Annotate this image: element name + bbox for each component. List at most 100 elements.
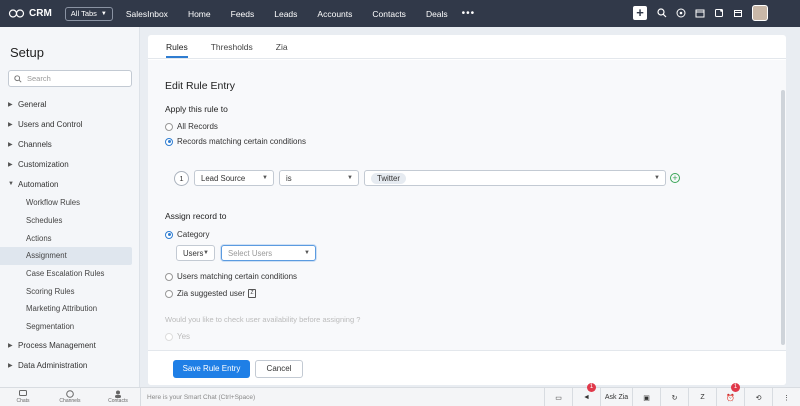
- radio-label: Records matching certain conditions: [177, 137, 306, 146]
- zia-icon[interactable]: Z: [688, 388, 716, 406]
- add-condition-icon[interactable]: +: [670, 173, 680, 183]
- smart-chat-input[interactable]: Here is your Smart Chat (Ctrl+Space): [140, 388, 565, 406]
- page-title: Edit Rule Entry: [165, 80, 236, 92]
- nav-home[interactable]: Home: [188, 9, 211, 19]
- tab-zia[interactable]: Zia: [276, 42, 288, 58]
- sidebar-item-label: Automation: [18, 179, 59, 189]
- sidebar-search-input[interactable]: Search: [8, 70, 132, 87]
- nav-leads[interactable]: Leads: [274, 9, 297, 19]
- sidebar-item-users-and-control[interactable]: ▶ Users and Control: [0, 114, 140, 134]
- nav-contacts[interactable]: Contacts: [372, 9, 406, 19]
- announcements-badge: 1: [587, 383, 596, 392]
- radio-selected-icon: [165, 230, 173, 239]
- availability-question: Would you like to check user availabilit…: [165, 315, 361, 324]
- top-icons: +: [633, 6, 770, 20]
- chats-button[interactable]: Chats: [8, 390, 38, 404]
- radio-label: All Records: [177, 122, 218, 131]
- condition-operator-value: is: [286, 173, 292, 183]
- signals-icon[interactable]: [675, 8, 686, 19]
- nav-deals[interactable]: Deals: [426, 9, 448, 19]
- sidebar-item-automation[interactable]: ▼ Automation: [0, 174, 140, 194]
- cancel-button[interactable]: Cancel: [255, 360, 303, 378]
- radio-label: Category: [177, 230, 210, 239]
- calendar-icon[interactable]: [694, 8, 705, 19]
- chevron-right-icon: ▶: [8, 121, 13, 128]
- records-matching-radio[interactable]: Records matching certain conditions: [165, 137, 306, 146]
- category-select[interactable]: Users ▼: [176, 245, 215, 261]
- contacts-label: Contacts: [108, 398, 128, 404]
- sidebar-item-data-administration[interactable]: ▶ Data Administration: [0, 356, 140, 376]
- chevron-right-icon: ▶: [8, 343, 13, 349]
- sidebar-item-assignment[interactable]: Assignment: [0, 247, 132, 265]
- user-avatar[interactable]: [752, 5, 768, 21]
- more-modules-icon[interactable]: •••: [462, 8, 476, 19]
- chevron-down-icon: ▼: [203, 250, 209, 256]
- all-tabs-dropdown[interactable]: All Tabs ▼: [64, 6, 113, 21]
- users-matching-radio[interactable]: Users matching certain conditions: [165, 272, 297, 281]
- sync-icon[interactable]: ↻: [660, 388, 688, 406]
- contacts-icon: [115, 390, 121, 398]
- notifications-icon[interactable]: [713, 8, 724, 19]
- crm-logo-icon: [8, 9, 25, 18]
- sidebar-item-segmentation[interactable]: Segmentation: [0, 318, 140, 336]
- radio-icon: [165, 332, 173, 341]
- sidebar-item-label: Users and Control: [18, 119, 83, 129]
- sidebar-item-schedules[interactable]: Schedules: [0, 212, 140, 230]
- chevron-down-icon: ▼: [347, 175, 353, 181]
- category-radio[interactable]: Category: [165, 230, 209, 239]
- announcements-icon[interactable]: ◄ 1: [572, 383, 600, 406]
- condition-field-select[interactable]: Lead Source ▼: [194, 170, 274, 186]
- nav-salesinbox[interactable]: SalesInbox: [126, 9, 168, 19]
- save-rule-entry-button[interactable]: Save Rule Entry: [173, 360, 250, 378]
- setup-sidebar: Setup Search ▶ General ▶ Users and Control…: [0, 27, 140, 387]
- sidebar-item-process-management[interactable]: ▶ Process Management: [0, 336, 140, 356]
- tab-thresholds[interactable]: Thresholds: [211, 42, 253, 58]
- sidebar-item-channels[interactable]: ▶ Channels: [0, 134, 140, 154]
- nav-accounts[interactable]: Accounts: [317, 9, 352, 19]
- radio-label: Yes: [177, 332, 191, 341]
- chevron-down-icon: ▼: [8, 181, 14, 187]
- rule-entry-form: Edit Rule Entry Apply this rule to All R…: [148, 60, 786, 350]
- crm-brand[interactable]: CRM: [8, 8, 52, 19]
- sidebar-item-actions[interactable]: Actions: [0, 229, 140, 247]
- condition-index: 1: [174, 171, 189, 186]
- sidebar-item-general[interactable]: ▶ General: [0, 94, 140, 114]
- tab-rules[interactable]: Rules: [166, 42, 188, 58]
- top-navigation-bar: CRM All Tabs ▼ SalesInbox Home Feeds Lead…: [0, 0, 800, 27]
- sidebar-item-workflow-rules[interactable]: Workflow Rules: [0, 194, 140, 212]
- screen-share-icon[interactable]: ▭: [544, 388, 572, 406]
- category-value: Users: [183, 248, 204, 258]
- bottom-right-tools: ▭ ◄ 1 Ask Zia ▣ ↻ Z ⏰ 1 ⟲ ⋮: [544, 383, 800, 406]
- chevron-right-icon: ▶: [8, 141, 13, 148]
- marketplace-icon[interactable]: [732, 8, 743, 19]
- search-placeholder: Search: [27, 74, 51, 83]
- sidebar-item-label: Process Management: [18, 341, 96, 350]
- sidebar-item-case-escalation-rules[interactable]: Case Escalation Rules: [0, 265, 140, 283]
- nav-feeds[interactable]: Feeds: [231, 9, 255, 19]
- sidebar-item-marketing-attribution[interactable]: Marketing Attribution: [0, 300, 140, 318]
- assignment-tabs: Rules Thresholds Zia: [148, 35, 786, 59]
- channels-button[interactable]: Channels: [55, 390, 85, 404]
- image-icon[interactable]: ▣: [632, 388, 660, 406]
- search-icon[interactable]: [656, 8, 667, 19]
- zia-icon: Z: [248, 289, 257, 298]
- condition-value-select[interactable]: Twitter ▼: [364, 170, 666, 186]
- contacts-button[interactable]: Contacts: [103, 390, 133, 404]
- sidebar-item-scoring-rules[interactable]: Scoring Rules: [0, 282, 140, 300]
- sidebar-item-customization[interactable]: ▶ Customization: [0, 154, 140, 174]
- form-scrollbar[interactable]: [781, 90, 785, 345]
- channels-label: Channels: [59, 398, 81, 404]
- select-users-dropdown[interactable]: Select Users ▼: [221, 245, 316, 261]
- settings-icon[interactable]: ⋮: [772, 388, 800, 406]
- all-records-radio[interactable]: All Records: [165, 122, 218, 131]
- alarm-icon[interactable]: ⏰ 1: [716, 383, 744, 406]
- availability-yes-radio[interactable]: Yes: [165, 332, 190, 341]
- condition-operator-select[interactable]: is ▼: [279, 170, 359, 186]
- zia-suggested-radio[interactable]: Zia suggested user Z: [165, 289, 257, 298]
- sidebar-menu: ▶ General ▶ Users and Control ▶ Channels ▶ C…: [0, 94, 140, 376]
- create-plus-icon[interactable]: +: [633, 6, 647, 20]
- chats-label: Chats: [16, 398, 30, 404]
- channels-icon: [66, 390, 74, 398]
- history-icon[interactable]: ⟲: [744, 388, 772, 406]
- ask-zia-button[interactable]: Ask Zia: [600, 388, 632, 406]
